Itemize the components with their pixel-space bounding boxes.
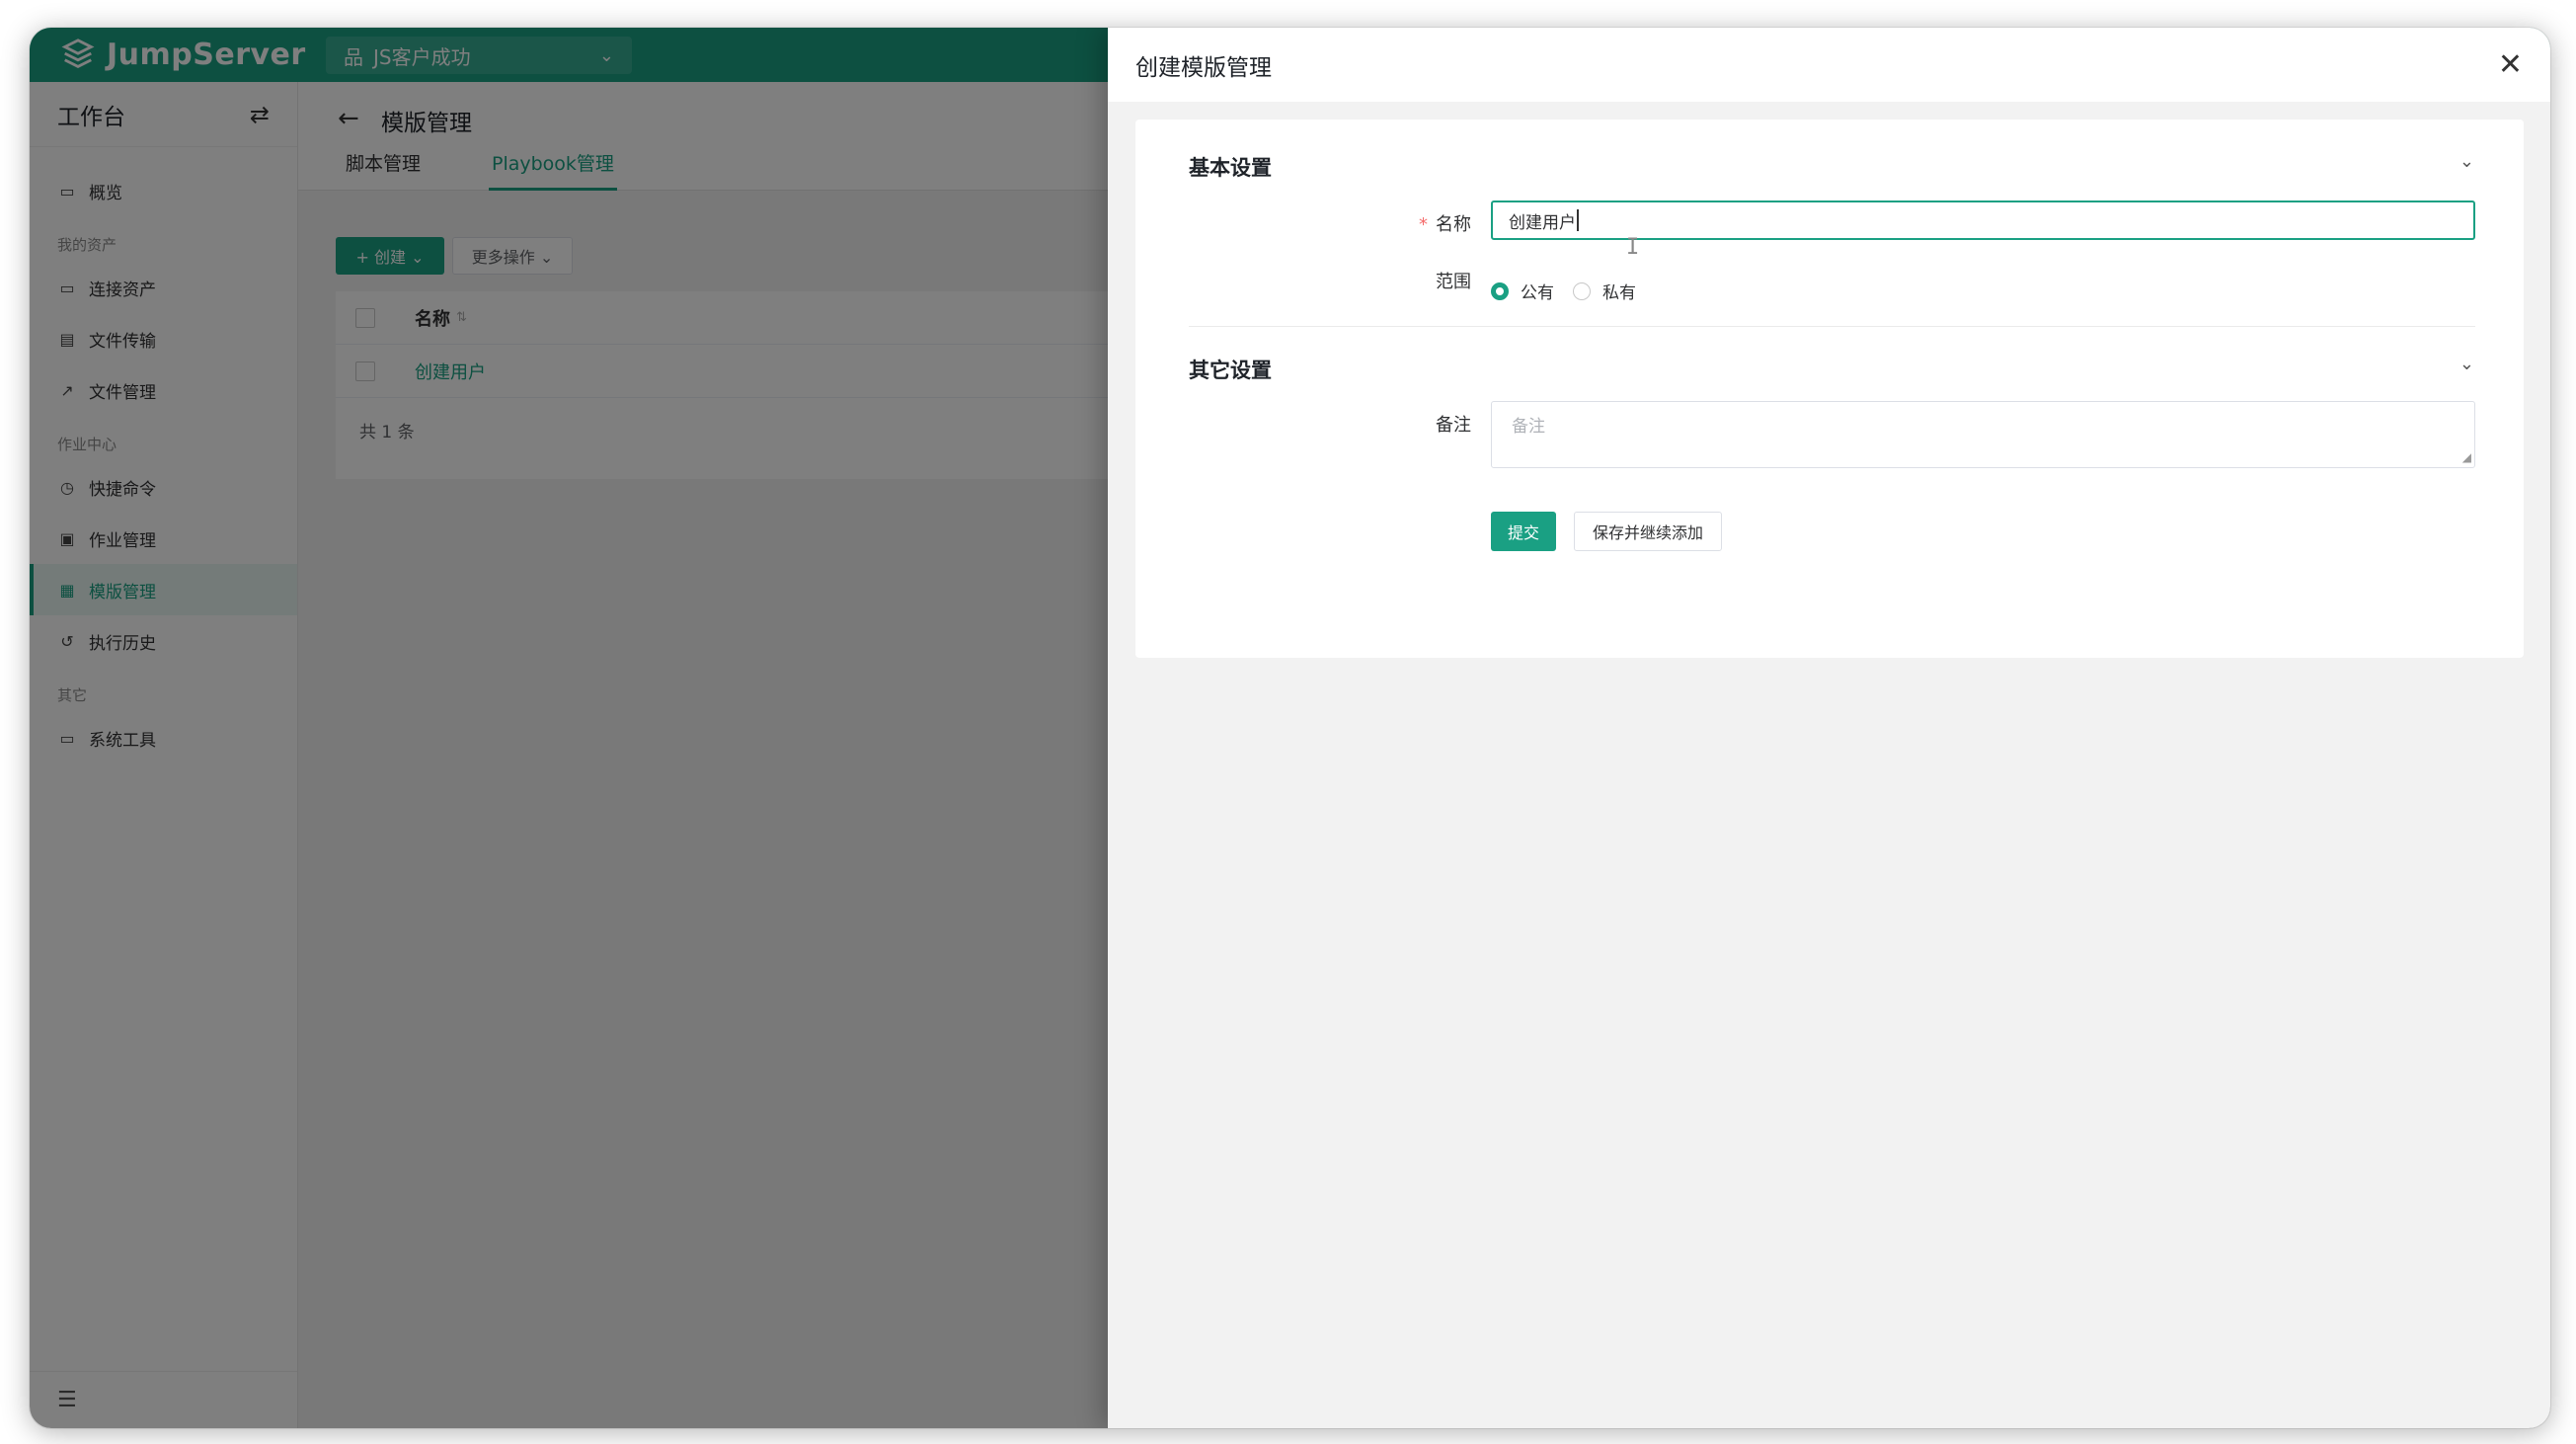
remark-label: 备注: [1436, 415, 1471, 436]
section-basic-settings: 基本设置: [1189, 156, 1272, 180]
form-card: 基本设置 ⌄ * 名称 创建用户 范围 公有 私有 其它设置 ⌄ 备注 备注 ◢: [1135, 120, 2524, 658]
chevron-down-icon[interactable]: ⌄: [2459, 354, 2474, 374]
name-input[interactable]: 创建用户: [1491, 201, 2475, 240]
drawer-title: 创建模版管理: [1135, 54, 1272, 81]
radio-selected-icon: [1491, 281, 1509, 300]
create-template-drawer: 创建模版管理 ✕ 基本设置 ⌄ * 名称 创建用户 范围 公有 私有 其它设置 ⌄…: [1108, 28, 2550, 1428]
section-divider: [1189, 326, 2475, 327]
scope-label: 范围: [1436, 272, 1471, 292]
remark-textarea[interactable]: 备注 ◢: [1491, 401, 2475, 468]
close-icon[interactable]: ✕: [2498, 49, 2523, 80]
app-window: JumpServer 品 JS客户成功 ⌄ 工作台 ⇄ ▭ 概览 我的资产 ▭ …: [30, 28, 2550, 1428]
name-label-text: 名称: [1436, 214, 1471, 235]
drawer-header: 创建模版管理 ✕: [1108, 28, 2550, 102]
section-other-settings: 其它设置: [1189, 359, 1272, 382]
mouse-cursor-icon: I: [1626, 235, 1640, 260]
chevron-down-icon[interactable]: ⌄: [2459, 151, 2474, 172]
text-caret: [1577, 209, 1579, 231]
scope-radio-private[interactable]: 私有: [1573, 279, 1636, 303]
submit-button[interactable]: 提交: [1491, 512, 1556, 551]
name-input-value: 创建用户: [1509, 212, 1576, 233]
scope-radio-public[interactable]: 公有: [1491, 279, 1554, 303]
required-asterisk: *: [1419, 214, 1428, 235]
radio-label: 公有: [1521, 283, 1554, 303]
radio-unselected-icon: [1573, 281, 1591, 300]
save-and-continue-button[interactable]: 保存并继续添加: [1574, 512, 1722, 551]
remark-placeholder: 备注: [1512, 417, 1545, 437]
resize-grip-icon[interactable]: ◢: [2462, 450, 2471, 464]
radio-label: 私有: [1602, 283, 1636, 303]
name-label: * 名称: [1274, 210, 1471, 236]
